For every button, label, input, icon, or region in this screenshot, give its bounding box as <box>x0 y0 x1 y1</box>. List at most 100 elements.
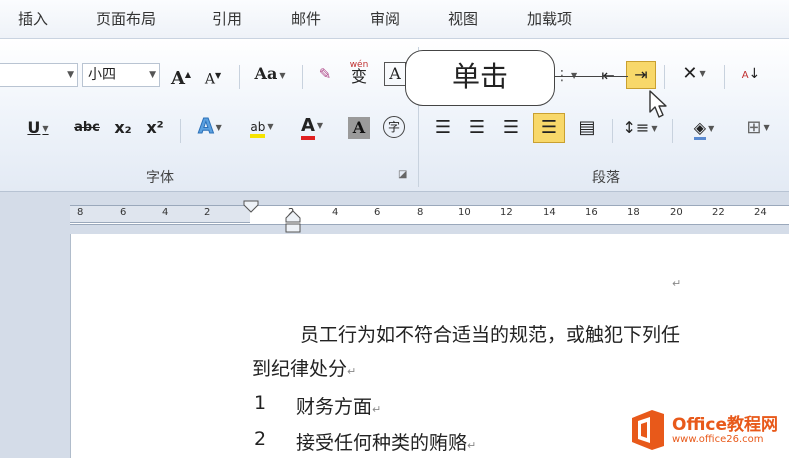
distribute-button[interactable]: ▤ <box>572 115 602 141</box>
align-left-icon: ☰ <box>434 117 452 138</box>
ribbon-body: ▼ 小四 ▼ A▲ A▼ Aa ▼ ✎ wén 变 A U ▼ abc x₂ x² A ▼… <box>0 38 789 192</box>
chevron-down-icon: ▼ <box>149 70 156 80</box>
ruler-tick-label: 24 <box>754 207 767 218</box>
logo-url-text: www.office26.com <box>672 434 764 445</box>
tab-page-layout[interactable]: 页面布局 <box>96 8 156 29</box>
highlight-button[interactable]: ab ▼ <box>240 113 284 139</box>
shrink-font-button[interactable]: A▼ <box>200 63 226 89</box>
ruler-tick-label: 14 <box>543 207 556 218</box>
chinese-layout-button[interactable]: ✕ ▼ <box>674 61 714 87</box>
justify-icon: ☰ <box>540 117 558 138</box>
paint-bucket-icon: ◈ <box>693 118 707 140</box>
ruler-tick-label: 18 <box>627 207 640 218</box>
chevron-down-icon: ▼ <box>67 70 74 80</box>
tab-insert[interactable]: 插入 <box>18 8 48 29</box>
line-text: 到纪律处分 <box>252 358 348 380</box>
enclose-icon: 字 <box>387 120 400 134</box>
ruler-margin <box>70 205 250 223</box>
align-right-icon: ☰ <box>502 117 520 138</box>
list-item: 财务方面↵ <box>296 396 382 418</box>
tab-mailings[interactable]: 邮件 <box>291 8 321 29</box>
font-color-button[interactable]: A ▼ <box>290 113 334 140</box>
strikethrough-button[interactable]: abc <box>70 115 104 141</box>
text-effect-button[interactable]: A ▼ <box>190 113 230 139</box>
logo-brand-text: Office教程网 <box>672 415 779 435</box>
tab-view[interactable]: 视图 <box>448 8 478 29</box>
char-shading-button[interactable]: A <box>348 117 370 139</box>
superscript-icon: x² <box>146 118 164 137</box>
eraser-icon: ✎ <box>318 65 332 83</box>
borders-button[interactable]: ⊞ ▼ <box>736 115 780 141</box>
align-center-icon: ☰ <box>468 117 486 138</box>
increase-indent-icon: ⇥ <box>634 65 648 84</box>
font-color-icon: A <box>300 115 315 140</box>
char-border-icon: A <box>389 64 401 83</box>
superscript-button[interactable]: x² <box>142 115 168 141</box>
change-case-icon: Aa <box>254 64 278 83</box>
mouse-cursor-icon <box>649 90 667 118</box>
tab-addins[interactable]: 加载项 <box>527 8 572 29</box>
phonetic-char: 变 <box>350 67 367 86</box>
grow-font-button[interactable]: A▲ <box>168 61 194 89</box>
callout-bubble: 单击 <box>405 50 555 106</box>
ruler-tick-label: 8 <box>417 207 424 218</box>
list-item-text: 接受任何种类的贿赂 <box>296 432 468 454</box>
ruler-tick-label: 4 <box>332 207 339 218</box>
justify-button[interactable]: ☰ <box>533 113 565 143</box>
ruler-tick-label: 16 <box>585 207 598 218</box>
enclose-char-button[interactable]: 字 <box>383 116 405 138</box>
ruler-tick-label: 2 <box>204 207 211 218</box>
ruler-tick-label: 12 <box>500 207 513 218</box>
office-logo-icon <box>632 410 664 450</box>
highlighter-icon: ab <box>250 120 266 138</box>
document-line: 员工行为如不符合适当的规范，或触犯下列任 <box>300 324 681 346</box>
underline-icon: U <box>27 118 41 137</box>
list-item-number: 1 <box>254 392 267 414</box>
chinese-layout-icon: ✕ <box>682 63 698 84</box>
dialog-launcher-icon[interactable]: ◪ <box>398 169 407 180</box>
list-item-number: 2 <box>254 428 267 450</box>
tab-references[interactable]: 引用 <box>212 8 242 29</box>
align-left-button[interactable]: ☰ <box>430 115 456 141</box>
first-line-indent-icon[interactable] <box>243 200 259 214</box>
ruler-tick-label: 22 <box>712 207 725 218</box>
list-item-text: 财务方面 <box>296 396 373 418</box>
text-effect-icon: A <box>198 114 215 139</box>
underline-button[interactable]: U ▼ <box>20 115 56 141</box>
tab-review[interactable]: 审阅 <box>370 8 400 29</box>
ruler-tick-label: 20 <box>670 207 683 218</box>
font-size-combo[interactable]: 小四 ▼ <box>82 63 160 87</box>
align-center-button[interactable]: ☰ <box>464 115 490 141</box>
hanging-indent-icon[interactable] <box>285 210 301 234</box>
site-logo: Office教程网 www.office26.com <box>628 400 789 458</box>
document-line: 到纪律处分↵ <box>252 358 357 380</box>
grow-font-icon: A <box>170 68 185 89</box>
strikethrough-icon: abc <box>74 120 100 135</box>
phonetic-guide-button[interactable]: wén 变 <box>344 59 374 85</box>
change-case-button[interactable]: Aa ▼ <box>248 61 292 87</box>
list-item: 接受任何种类的贿赂↵ <box>296 432 477 454</box>
font-size-value: 小四 <box>88 67 116 83</box>
font-group-label: 字体 <box>146 170 174 186</box>
callout-text: 单击 <box>451 60 508 93</box>
font-name-combo[interactable]: ▼ <box>0 63 78 87</box>
ruler-tick-label: 8 <box>77 207 84 218</box>
ruler-tick-label: 6 <box>374 207 381 218</box>
subscript-button[interactable]: x₂ <box>110 115 136 141</box>
align-right-button[interactable]: ☰ <box>498 115 524 141</box>
shrink-font-icon: A <box>204 71 215 88</box>
line-spacing-icon: ↕≡ <box>622 118 650 137</box>
clear-formatting-button[interactable]: ✎ <box>310 61 340 87</box>
subscript-icon: x₂ <box>114 118 132 137</box>
distribute-icon: ▤ <box>578 117 596 138</box>
increase-indent-button[interactable]: ⇥ <box>626 61 656 89</box>
shading-button[interactable]: ◈ ▼ <box>682 115 726 141</box>
char-border-button[interactable]: A <box>384 62 406 86</box>
sort-button[interactable]: A↓ <box>734 61 768 87</box>
ruler-tick-label: 4 <box>162 207 169 218</box>
char-shading-icon: A <box>352 118 366 137</box>
ruler-tick-label: 10 <box>458 207 471 218</box>
ruler-tick-label: 6 <box>120 207 127 218</box>
ribbon-tab-bar: 插入 页面布局 引用 邮件 审阅 视图 加载项 <box>0 0 789 38</box>
paragraph-group-label: 段落 <box>592 170 620 186</box>
